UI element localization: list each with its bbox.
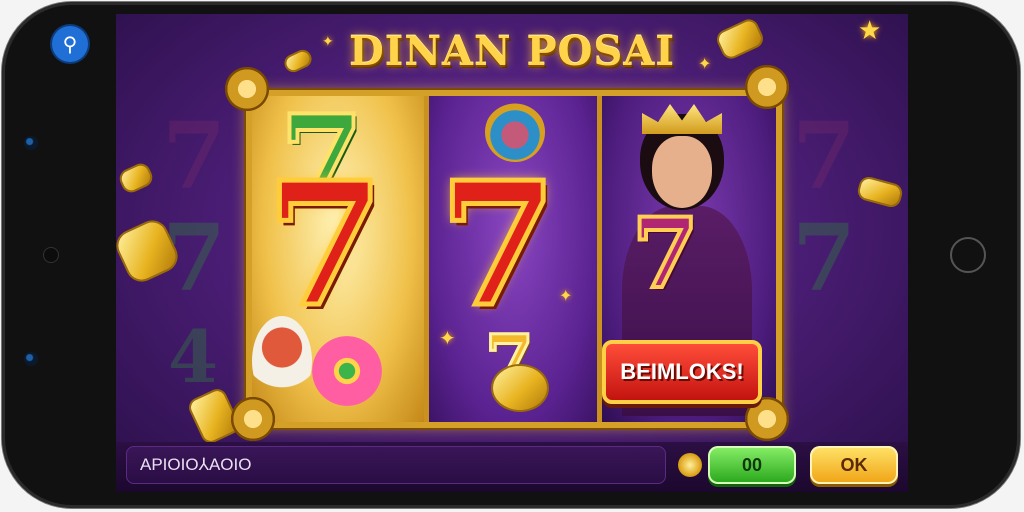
red-seven-symbol: 7 (263, 145, 386, 345)
crown-icon (642, 104, 722, 134)
gold-corner-ornament (228, 394, 278, 444)
star-icon: ✦ (698, 54, 712, 73)
star-icon: ✦ (322, 34, 334, 50)
reel-1[interactable]: 7 7 (252, 96, 424, 422)
person-icon[interactable]: ⚲ (52, 26, 88, 62)
gold-corner-ornament (742, 62, 792, 112)
coin-icon (678, 453, 702, 477)
bg-seven-decor: 7 (792, 204, 857, 312)
coin-icon (119, 163, 153, 193)
bg-seven-decor: 7 (162, 102, 227, 210)
gold-corner-ornament (222, 64, 272, 114)
game-screen: 7 7 4 7 7 DINAN POSAI ★ ✦ ✦ 7 7 7 7 ✦ ✦ … (116, 14, 908, 492)
star-icon: ★ (858, 16, 882, 46)
bg-seven-decor: 7 (792, 102, 857, 210)
bottom-bar: APIOIO⅄AOIO 00 OK (116, 442, 908, 492)
speaker-dot (44, 248, 58, 262)
coin-icon (493, 366, 547, 410)
bonus-banner-button[interactable]: BEIMLOKS! (602, 340, 762, 404)
front-sensor (24, 136, 38, 150)
flower-decor (312, 336, 382, 406)
warrior-character (252, 316, 312, 406)
reel-2[interactable]: 7 7 ✦ ✦ (424, 96, 602, 422)
front-camera (24, 352, 38, 366)
bg-four-decor: 4 (168, 314, 219, 399)
purple-seven-symbol: 7 (630, 197, 701, 310)
balance-field: APIOIO⅄AOIO (126, 446, 666, 484)
ok-button[interactable]: OK (810, 446, 898, 484)
spin-button[interactable]: 00 (708, 446, 796, 484)
star-icon: ✦ (439, 326, 456, 350)
home-button[interactable] (950, 237, 986, 273)
red-seven-symbol: 7 (436, 145, 559, 345)
coin-icon (858, 177, 902, 207)
star-icon: ✦ (559, 286, 573, 305)
